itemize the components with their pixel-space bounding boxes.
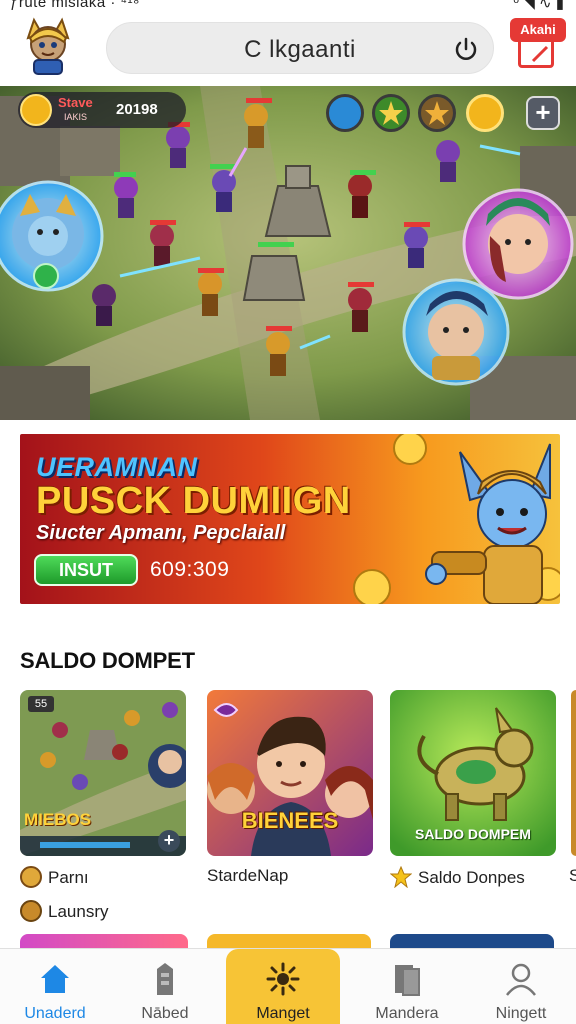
gold-coin-icon[interactable]: [466, 94, 504, 132]
card-art-label: BIENEES: [241, 808, 339, 833]
profile-avatar[interactable]: [20, 16, 76, 76]
hud-subtitle: IAKIS: [64, 112, 88, 122]
cards-icon: [389, 961, 425, 997]
nav-label: Unaderd: [24, 1005, 86, 1022]
card-corner-label: 55: [28, 696, 54, 712]
promo-kicker: UERAMNAN: [36, 452, 198, 482]
card-caption-saldo: Saldo Donpes: [389, 865, 525, 889]
card-caption-text: Parnı: [48, 868, 89, 887]
game-logo-icon: [20, 900, 42, 922]
promo-headline: PUSCK DUMIIGN: [36, 480, 351, 522]
card-caption-stardenap: StardeNap: [207, 866, 288, 886]
promo-code: 609:309: [150, 558, 230, 581]
card-art-label: MIEBOS: [24, 810, 92, 829]
card-caption-parni: Parnı: [20, 866, 89, 888]
shield-icon[interactable]: [326, 94, 364, 132]
star-icon[interactable]: [372, 94, 410, 132]
card-art-label: SALDO DOMPEM: [415, 826, 531, 842]
game-card-stardenap[interactable]: BIENEES: [207, 690, 373, 856]
insut-button[interactable]: INSUT: [34, 554, 138, 586]
hud-score: 20198: [116, 101, 158, 118]
launsry-row[interactable]: Launsry: [20, 900, 108, 922]
card-battle-art: [20, 690, 186, 856]
launsry-label: Launsry: [48, 902, 109, 921]
building-icon: [147, 961, 183, 997]
next-card-peek: [571, 690, 576, 856]
star-badge-icon[interactable]: [418, 94, 456, 132]
nav-item-mandera[interactable]: Mandera: [352, 949, 462, 1024]
next-card-caption-peek: S: [569, 866, 576, 885]
nav-label: Mandera: [375, 1005, 439, 1022]
card-add-button[interactable]: +: [158, 830, 180, 852]
game-logo-icon: [20, 866, 42, 888]
nav-label: Ningett: [495, 1005, 547, 1022]
akahi-button[interactable]: Akahi: [510, 18, 566, 74]
status-left-text: ƒrute misiaka · ⁴¹⁸: [10, 0, 140, 11]
section-title: SALDO DOMPET: [20, 648, 195, 673]
promo-subline: Siucter Apmanı, Pepclaiall: [36, 522, 286, 544]
nav-item-nabed[interactable]: Nābed: [110, 949, 220, 1024]
game-card-parni[interactable]: 55 MIEBOS +: [20, 690, 186, 856]
game-card-saldo-donpes[interactable]: SALDO DOMPEM: [390, 690, 556, 856]
bottom-navigation: Unaderd Nābed Manget Mandera Ningett: [0, 948, 576, 1024]
search-bar[interactable]: C lkgaanti: [106, 22, 494, 74]
hud-player-name: Stave: [58, 95, 93, 110]
status-right-icons: ⁰ ◥ ∿ ▮: [513, 0, 564, 12]
battle-scene[interactable]: Stave IAKIS 20198 +: [0, 86, 576, 420]
promo-banner[interactable]: UERAMNAN PUSCK DUMIIGN Siucter Apmanı, P…: [20, 434, 560, 604]
player-hud: Stave IAKIS 20198: [18, 92, 186, 128]
card-caption-text: StardeNap: [207, 866, 289, 885]
card-caption-text: Saldo Donpes: [418, 868, 525, 887]
resource-icons: +: [326, 92, 566, 136]
coin-icon: [20, 94, 52, 126]
burst-icon: [265, 961, 301, 997]
nav-label: Manget: [256, 1005, 310, 1022]
akahi-badge: Akahi: [510, 18, 566, 42]
nav-item-manget[interactable]: Manget: [226, 949, 340, 1024]
battle-map-art: [0, 86, 576, 420]
star-icon: [389, 865, 413, 889]
search-text: C lkgaanti: [244, 36, 356, 63]
nav-item-unaderd[interactable]: Unaderd: [0, 949, 110, 1024]
nav-label: Nābed: [141, 1005, 189, 1022]
add-resource-button[interactable]: +: [526, 96, 560, 130]
person-icon: [503, 961, 539, 997]
home-icon: [37, 961, 73, 997]
power-icon[interactable]: [451, 34, 481, 64]
nav-item-ningett[interactable]: Ningett: [466, 949, 576, 1024]
app-header: C lkgaanti Akahi: [0, 12, 576, 86]
edit-note-icon: [518, 38, 554, 68]
